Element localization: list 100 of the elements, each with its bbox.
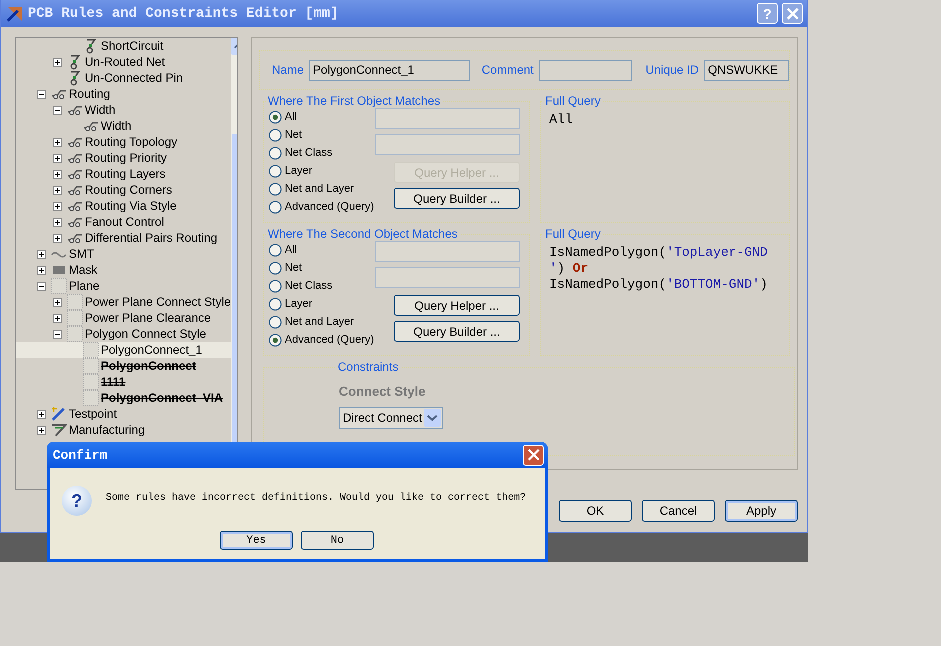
dialog-button[interactable]: Yes xyxy=(220,531,293,550)
radio-label: All xyxy=(285,244,298,256)
radio-label: Net xyxy=(285,262,302,274)
radio-icon[interactable] xyxy=(269,262,282,274)
dialog-button[interactable]: Apply xyxy=(725,500,798,522)
dialog-button[interactable]: No xyxy=(301,531,374,550)
radio-label: Net and Layer xyxy=(285,316,354,328)
radio-icon[interactable] xyxy=(269,334,282,346)
radio-icon[interactable] xyxy=(269,128,282,142)
expand-icon[interactable] xyxy=(37,410,46,418)
collapse-icon[interactable] xyxy=(37,90,46,98)
group-title: Full Query xyxy=(544,227,602,241)
tree-item[interactable]: ShortCircuit xyxy=(16,38,232,54)
collapse-icon[interactable] xyxy=(53,106,62,114)
tree-item[interactable]: Power Plane Clearance xyxy=(16,310,232,326)
radio-option[interactable]: All xyxy=(269,241,375,259)
tree-item[interactable]: Mask xyxy=(16,262,232,278)
radio-icon[interactable] xyxy=(269,244,282,256)
radio-icon[interactable] xyxy=(269,200,282,214)
expand-icon[interactable] xyxy=(53,138,62,146)
radio-option[interactable]: Net Class xyxy=(269,144,375,162)
expand-icon[interactable] xyxy=(53,314,62,322)
query-button[interactable]: Query Helper ... xyxy=(394,295,520,316)
tree-item[interactable]: SMT xyxy=(16,246,232,262)
expand-icon[interactable] xyxy=(53,58,62,66)
radio-label: Net Class xyxy=(285,147,333,159)
radio-label: Net and Layer xyxy=(285,183,354,195)
expand-icon[interactable] xyxy=(53,186,62,194)
radio-label: Advanced (Query) xyxy=(285,334,374,346)
radio-icon[interactable] xyxy=(269,316,282,328)
dialog-button[interactable]: Cancel xyxy=(642,500,715,522)
tree-item[interactable]: Routing xyxy=(16,86,232,102)
tree-item[interactable]: Polygon Connect Style xyxy=(16,326,232,342)
tree-item[interactable]: Routing Corners xyxy=(16,182,232,198)
radio-icon[interactable] xyxy=(269,164,282,178)
radio-label: All xyxy=(285,111,298,123)
tree-item[interactable]: Plane xyxy=(16,278,232,294)
radio-option[interactable]: Layer xyxy=(269,295,375,313)
expand-icon[interactable] xyxy=(53,202,62,210)
unique-id-field[interactable]: QNSWUKKE xyxy=(704,60,789,80)
tree-item[interactable]: Un-Connected Pin xyxy=(16,70,232,86)
radio-icon[interactable] xyxy=(269,182,282,196)
expand-icon[interactable] xyxy=(37,250,46,258)
expand-icon[interactable] xyxy=(53,218,62,226)
group-title: Where The First Object Matches xyxy=(267,94,442,108)
tree-item[interactable]: Routing Layers xyxy=(16,166,232,182)
name-field[interactable]: PolygonConnect_1 xyxy=(309,60,470,80)
query-line: IsNamedPolygon('BOTTOM-GND') xyxy=(549,277,769,293)
connect-style-dropdown[interactable]: Direct Connect xyxy=(339,407,443,429)
group-title: Full Query xyxy=(544,94,602,108)
close-icon xyxy=(786,8,798,20)
radio-icon[interactable] xyxy=(269,110,282,124)
tree-item[interactable]: Power Plane Connect Style xyxy=(16,294,232,310)
tree-item[interactable]: Width xyxy=(16,118,232,134)
tree-item[interactable]: 1111 xyxy=(16,374,232,390)
group-title: Where The Second Object Matches xyxy=(267,227,459,241)
radio-icon[interactable] xyxy=(269,146,282,160)
expand-icon[interactable] xyxy=(53,234,62,242)
radio-option[interactable]: Layer xyxy=(269,162,375,180)
close-icon xyxy=(528,449,540,461)
radio-icon[interactable] xyxy=(269,280,282,292)
tree-item[interactable]: Width xyxy=(16,102,232,118)
radio-option[interactable]: All xyxy=(269,108,375,126)
query-button[interactable]: Query Builder ... xyxy=(394,321,520,342)
radio-option[interactable]: Net xyxy=(269,259,375,277)
close-button[interactable] xyxy=(523,444,544,466)
tree-item[interactable]: PolygonConnect_VIA xyxy=(16,390,232,406)
tree-item[interactable]: Routing Topology xyxy=(16,134,232,150)
tree-item[interactable]: Differential Pairs Routing xyxy=(16,230,232,246)
name-label: Name xyxy=(272,63,304,77)
radio-option[interactable]: Advanced (Query) xyxy=(269,331,375,349)
radio-option[interactable]: Net Class xyxy=(269,277,375,295)
expand-icon[interactable] xyxy=(37,266,46,274)
query-line: All xyxy=(549,112,574,128)
expand-icon[interactable] xyxy=(53,154,62,162)
radio-option[interactable]: Net and Layer xyxy=(269,313,375,331)
chevron-down-icon[interactable] xyxy=(424,409,441,427)
tree-item[interactable]: PolygonConnect_1 xyxy=(16,342,232,358)
radio-label: Advanced (Query) xyxy=(285,201,374,213)
radio-label: Net Class xyxy=(285,280,333,292)
expand-icon[interactable] xyxy=(37,426,46,434)
tree-item[interactable]: Un-Routed Net xyxy=(16,54,232,70)
tree-item[interactable]: Routing Priority xyxy=(16,150,232,166)
tree-item[interactable]: Manufacturing xyxy=(16,422,232,438)
collapse-icon[interactable] xyxy=(53,330,62,338)
radio-option[interactable]: Net xyxy=(269,126,375,144)
tree-item[interactable]: Testpoint xyxy=(16,406,232,422)
radio-label: Net xyxy=(285,129,302,141)
expand-icon[interactable] xyxy=(53,298,62,306)
comment-field[interactable] xyxy=(538,60,632,80)
tree-item[interactable]: Routing Via Style xyxy=(16,198,232,214)
tree-item[interactable]: Fanout Control xyxy=(16,214,232,230)
expand-icon[interactable] xyxy=(53,170,62,178)
query-button[interactable]: Query Builder ... xyxy=(394,188,520,209)
collapse-icon[interactable] xyxy=(37,282,46,290)
radio-option[interactable]: Net and Layer xyxy=(269,180,375,198)
dialog-button[interactable]: OK xyxy=(559,500,632,522)
radio-icon[interactable] xyxy=(269,298,282,310)
radio-option[interactable]: Advanced (Query) xyxy=(269,198,375,216)
tree-item[interactable]: PolygonConnect xyxy=(16,358,232,374)
